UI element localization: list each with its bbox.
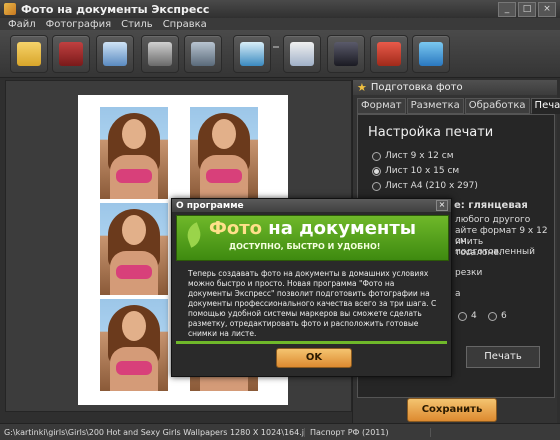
camera-button[interactable] (184, 35, 222, 73)
tab-processing[interactable]: Обработка (464, 98, 530, 114)
dialog-close-button[interactable]: × (436, 200, 448, 211)
save-toolbar-button[interactable] (52, 35, 90, 73)
update-icon (419, 42, 443, 66)
ok-button[interactable]: OK (276, 348, 352, 368)
menu-style[interactable]: Стиль (121, 19, 153, 30)
sheet-option-a4[interactable]: Лист A4 (210 x 297) (372, 181, 478, 191)
sheet-option-10x15[interactable]: Лист 10 x 15 см (372, 166, 459, 176)
menu-help[interactable]: Справка (163, 19, 207, 30)
book-icon (290, 42, 314, 66)
video-camera-icon (334, 42, 358, 66)
minimize-button[interactable]: _ (498, 1, 516, 17)
file-path: G:\kartinki\girls\Girls\200 Hot and Sexy… (0, 427, 305, 437)
count-option-4[interactable]: 4 (458, 311, 477, 321)
about-dialog: О программе × Фото на документы ДОСТУПНО… (171, 198, 452, 377)
panel-title: Подготовка фото (370, 82, 463, 93)
window-controls: _ □ × (498, 1, 556, 17)
window-title: Фото на документы Экспресс (21, 2, 210, 16)
count-label: а (455, 289, 461, 299)
hint-text: любого другого (455, 215, 531, 225)
cut-marks-label: резки (455, 268, 483, 278)
paper-type-label: е: глянцевая (454, 200, 528, 211)
product-tagline: ДОСТУПНО, БЫСТРО И УДОБНО! (229, 242, 381, 251)
update-button[interactable] (412, 35, 450, 73)
sheet-button[interactable] (233, 35, 271, 73)
maximize-button[interactable]: □ (518, 1, 536, 17)
tab-print[interactable]: Печать (530, 98, 560, 114)
dialog-title-bar: О программе × (172, 199, 451, 212)
home-icon (377, 42, 401, 66)
section-title: Настройка печати (368, 125, 494, 140)
camera-icon (191, 42, 215, 66)
menu-file[interactable]: Файл (8, 19, 36, 30)
panel-header: ★ Подготовка фото (353, 80, 557, 95)
radio-icon (372, 181, 381, 191)
radio-icon (458, 311, 467, 321)
tab-bar: Формат Разметка Обработка Печать (357, 98, 560, 114)
tab-layout[interactable]: Разметка (406, 98, 464, 114)
close-button[interactable]: × (538, 1, 556, 17)
title-bar: Фото на документы Экспресс _ □ × (0, 0, 560, 18)
photo-thumbnail (100, 203, 168, 295)
id-card-button[interactable] (96, 35, 134, 73)
dialog-title: О программе (176, 200, 244, 211)
app-icon (4, 3, 16, 15)
menu-bar: Файл Фотография Стиль Справка (0, 18, 560, 30)
star-icon: ★ (357, 81, 367, 94)
photo-thumbnail (100, 107, 168, 199)
dialog-banner: Фото на документы ДОСТУПНО, БЫСТРО И УДО… (176, 215, 449, 261)
radio-icon (372, 151, 381, 161)
radio-icon (488, 311, 497, 321)
app-window: Фото на документы Экспресс _ □ × Файл Фо… (0, 0, 560, 440)
dialog-description: Теперь создавать фото на документы в дом… (188, 269, 437, 338)
save-icon (59, 42, 83, 66)
toolbar (0, 30, 560, 78)
photo-thumbnail (190, 107, 258, 199)
leaf-logo-icon (183, 222, 205, 248)
book-button[interactable] (283, 35, 321, 73)
toolbar-separator (273, 46, 279, 48)
video-camera-button[interactable] (327, 35, 365, 73)
tab-format[interactable]: Формат (357, 98, 406, 114)
open-folder-button[interactable] (10, 35, 48, 73)
printer-icon (148, 42, 172, 66)
count-option-6[interactable]: 6 (488, 311, 507, 321)
home-button[interactable] (370, 35, 408, 73)
print-toolbar-button[interactable] (141, 35, 179, 73)
product-logo: Фото на документы (209, 218, 417, 239)
hint-text: тосалоне. (455, 248, 502, 258)
document-type: Паспорт РФ (2011) (305, 427, 431, 437)
sheet-option-9x12[interactable]: Лист 9 x 12 см (372, 151, 454, 161)
print-button[interactable]: Печать (466, 346, 540, 368)
folder-icon (17, 42, 41, 66)
sheet-icon (240, 42, 264, 66)
radio-selected-icon (372, 166, 381, 176)
status-bar: G:\kartinki\girls\Girls\200 Hot and Sexy… (0, 423, 560, 440)
id-card-icon (103, 42, 127, 66)
dialog-divider (176, 341, 447, 344)
save-button[interactable]: Сохранить (407, 398, 497, 422)
photo-thumbnail (100, 299, 168, 391)
menu-photo[interactable]: Фотография (46, 19, 111, 30)
